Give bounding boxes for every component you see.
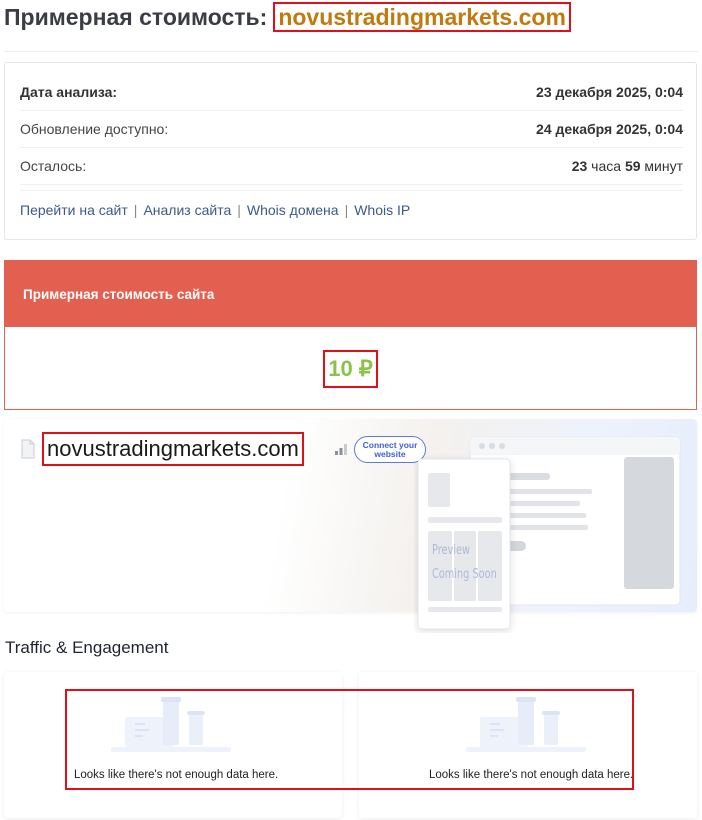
preview-text-line1: Preview bbox=[432, 543, 470, 558]
info-label: Осталось: bbox=[20, 157, 87, 174]
page-title: Примерная стоимость: novustradingmarkets… bbox=[4, 2, 571, 32]
link-whois-domain[interactable]: Whois домена bbox=[247, 202, 339, 218]
traffic-card: Looks like there's not enough data here. bbox=[359, 672, 697, 818]
preview-coming-soon-illustration bbox=[417, 436, 681, 630]
file-icon bbox=[21, 439, 35, 459]
info-row-remaining: Осталось: 23 часа 59 минут bbox=[20, 147, 683, 185]
site-links: Перейти на сайт | Анализ сайта | Whois домен… bbox=[20, 190, 683, 218]
analysis-info-panel: Дата анализа: 23 декабря 2025, 0:04 Обно… bbox=[4, 62, 697, 240]
no-data-illustration bbox=[466, 697, 586, 752]
remaining-minutes-unit: минут bbox=[644, 157, 683, 174]
remaining-hours-unit: часа bbox=[591, 157, 622, 174]
page-title-prefix: Примерная стоимость: bbox=[4, 3, 268, 30]
info-value-remaining: 23 часа 59 минут bbox=[572, 158, 683, 174]
link-whois-ip[interactable]: Whois IP bbox=[354, 202, 410, 218]
no-data-message: Looks like there's not enough data here. bbox=[429, 769, 634, 781]
info-value: 23 декабря 2025, 0:04 bbox=[536, 83, 683, 100]
website-preview-card: novustradingmarkets.com Connect your web… bbox=[4, 419, 697, 630]
no-data-message: Looks like there's not enough data here. bbox=[74, 769, 279, 781]
estimate-panel: Примерная стоимость сайта 10 ₽ bbox=[4, 260, 697, 410]
info-row-analysis-date: Дата анализа: 23 декабря 2025, 0:04 bbox=[20, 73, 683, 111]
page-title-domain: novustradingmarkets.com bbox=[273, 2, 571, 32]
info-label: Дата анализа: bbox=[20, 83, 118, 100]
preview-domain: novustradingmarkets.com bbox=[42, 432, 304, 466]
info-label: Обновление доступно: bbox=[20, 120, 169, 137]
link-site-analysis[interactable]: Анализ сайта bbox=[143, 202, 231, 218]
estimate-price: 10 ₽ bbox=[323, 349, 378, 388]
info-row-update-available: Обновление доступно: 24 декабря 2025, 0:… bbox=[20, 110, 683, 148]
estimate-header: Примерная стоимость сайта bbox=[5, 261, 696, 327]
link-separator: | bbox=[133, 202, 138, 218]
preview-text-line2: Coming Soon bbox=[432, 567, 497, 582]
traffic-card: Looks like there's not enough data here. bbox=[4, 672, 342, 818]
remaining-minutes: 59 bbox=[624, 157, 641, 174]
traffic-section-title: Traffic & Engagement bbox=[5, 638, 169, 657]
signal-bars-icon bbox=[335, 444, 347, 455]
info-value: 24 декабря 2025, 0:04 bbox=[536, 120, 683, 137]
header-divider bbox=[4, 51, 698, 52]
link-separator: | bbox=[344, 202, 349, 218]
link-go-to-site[interactable]: Перейти на сайт bbox=[20, 202, 128, 218]
no-data-illustration bbox=[111, 697, 231, 752]
estimate-body: 10 ₽ bbox=[5, 327, 696, 410]
link-separator: | bbox=[237, 202, 241, 218]
remaining-hours: 23 bbox=[571, 157, 588, 174]
